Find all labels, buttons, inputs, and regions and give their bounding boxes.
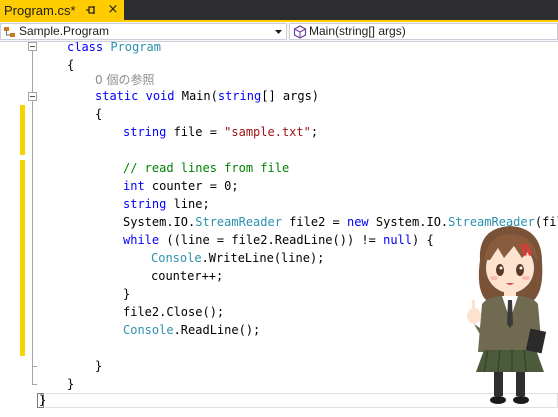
collapse-icon[interactable] xyxy=(28,92,37,101)
tab-title: Program.cs* xyxy=(4,2,76,18)
member-dropdown[interactable]: Main(string[] args) xyxy=(289,23,558,40)
type-name: StreamReader xyxy=(195,215,282,229)
code-line-brace: } xyxy=(39,393,47,407)
code-line-main: static void Main(string[] args) xyxy=(95,87,319,105)
code-text: ; xyxy=(310,125,319,139)
code-line-class: class Program xyxy=(67,42,161,56)
code-line-writeline: Console.WriteLine(line); xyxy=(151,249,324,267)
code-text: .WriteLine(line); xyxy=(201,251,325,265)
close-icon[interactable]: × xyxy=(106,1,120,19)
anime-girl-mascot xyxy=(467,226,547,404)
keyword: new xyxy=(346,215,369,229)
code-text: ((line = file2.ReadLine()) != xyxy=(159,233,384,247)
code-text: line; xyxy=(166,197,210,211)
code-text: .ReadLine(); xyxy=(173,323,261,337)
code-line-file: string file = "sample.txt"; xyxy=(123,123,318,141)
code-comment: // read lines from file xyxy=(123,161,290,175)
reference-count: 0 個の参照 xyxy=(95,73,155,87)
pin-icon[interactable] xyxy=(85,4,97,16)
code-line-brace: } xyxy=(123,287,131,301)
code-editor[interactable]: class Program { 0 個の参照 static void Main(… xyxy=(0,42,558,417)
keyword: null xyxy=(383,233,412,247)
chevron-down-icon xyxy=(275,30,282,34)
class-dropdown[interactable]: Sample.Program xyxy=(0,23,287,40)
code-line-brace: } xyxy=(95,359,103,373)
keyword: string xyxy=(123,197,167,211)
code-line-close: file2.Close(); xyxy=(123,305,225,319)
string-literal: "sample.txt" xyxy=(224,125,311,139)
tab-program-cs[interactable]: Program.cs* × xyxy=(0,0,124,20)
code-line-line: string line; xyxy=(123,195,210,213)
code-text: file2 = xyxy=(281,215,347,229)
code-line-brace: } xyxy=(67,377,75,391)
keyword: while xyxy=(123,233,160,247)
type-name: Console xyxy=(123,323,174,337)
code-line-counter: int counter = 0; xyxy=(123,177,239,195)
change-marker xyxy=(20,105,25,155)
member-dropdown-label: Main(string[] args) xyxy=(309,24,406,38)
document-tab-strip: Program.cs* × xyxy=(0,0,558,20)
method-icon xyxy=(293,25,307,39)
keyword: class xyxy=(67,42,104,54)
keyword: string xyxy=(123,125,167,139)
code-line-brace: { xyxy=(95,107,103,121)
keyword: int xyxy=(123,179,145,193)
code-text: Main( xyxy=(174,89,218,103)
code-text: ) { xyxy=(412,233,434,247)
code-line-brace: { xyxy=(67,58,75,72)
keyword: static xyxy=(95,89,139,103)
class-dropdown-label: Sample.Program xyxy=(19,24,110,38)
code-text: System.IO. xyxy=(123,215,196,229)
code-text: System.IO. xyxy=(368,215,449,229)
type-name: Console xyxy=(151,251,202,265)
class-icon xyxy=(4,27,15,37)
code-line-increment: counter++; xyxy=(151,269,224,283)
outline-line xyxy=(32,101,33,384)
code-line-while: while ((line = file2.ReadLine()) != null… xyxy=(123,231,434,249)
outline-end xyxy=(32,384,37,385)
keyword: string xyxy=(217,89,262,103)
type-name: Program xyxy=(110,42,161,54)
code-text: counter = 0; xyxy=(144,179,239,193)
navigation-bar: Sample.Program Main(string[] args) xyxy=(0,22,558,42)
keyword: void xyxy=(145,89,175,103)
outline-end xyxy=(32,366,37,367)
code-text: file = xyxy=(166,125,225,139)
code-text: [] args) xyxy=(261,89,320,103)
collapse-icon[interactable] xyxy=(28,42,37,51)
code-line-readline: Console.ReadLine(); xyxy=(123,321,260,339)
change-marker xyxy=(20,160,25,356)
